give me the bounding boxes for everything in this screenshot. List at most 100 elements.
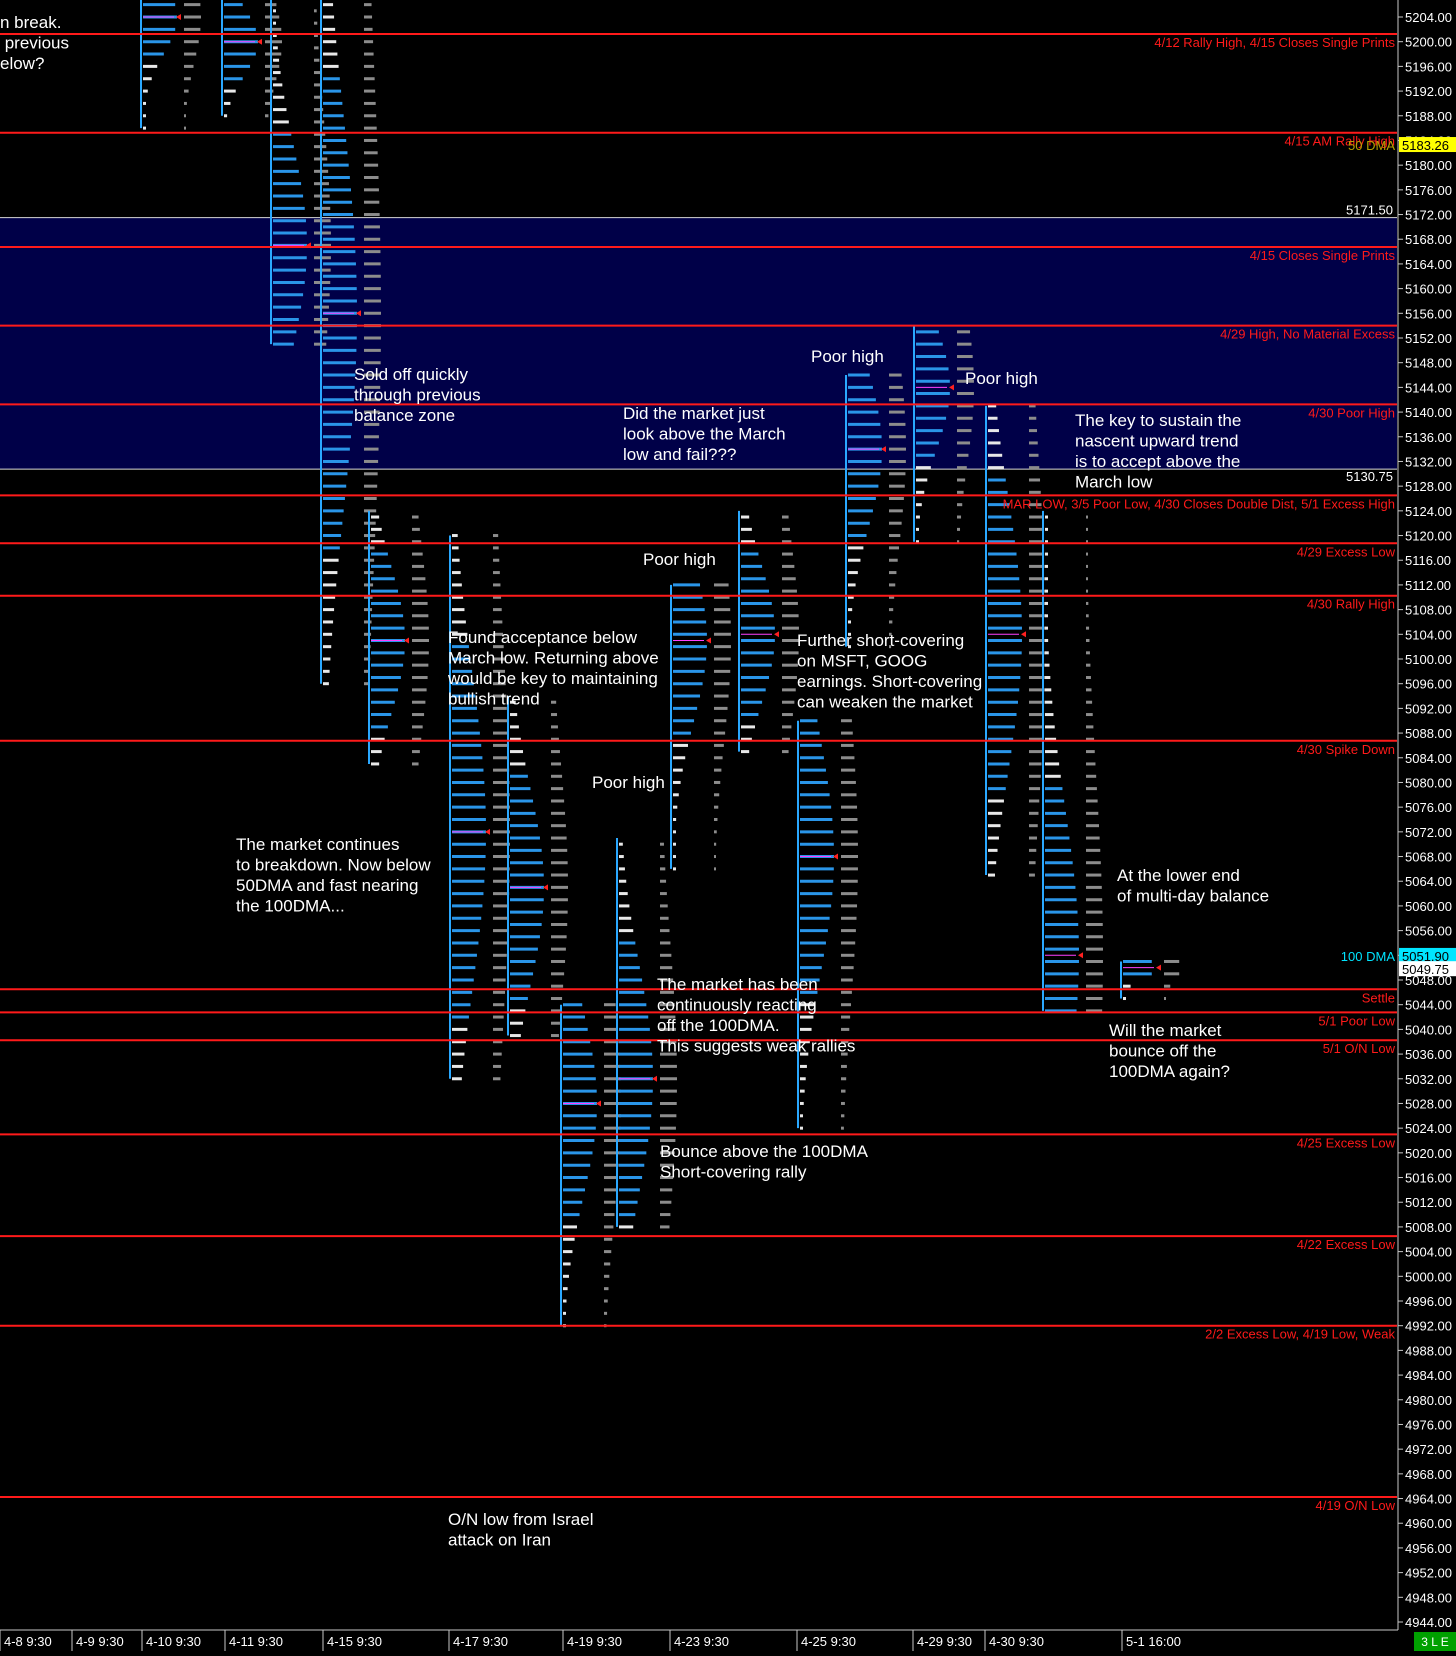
- x-tick-label: 4-9 9:30: [76, 1634, 124, 1649]
- y-tick-label: 5020.00: [1405, 1146, 1452, 1161]
- zone-top-label: 5171.50: [1346, 203, 1393, 218]
- reference-line-label: 5/1 Poor Low: [1318, 1013, 1395, 1028]
- annotation-line: balance zone: [354, 406, 455, 425]
- annotation-line: Further short-covering: [797, 631, 964, 650]
- y-tick-label: 5108.00: [1405, 603, 1452, 618]
- y-tick-label: 5076.00: [1405, 800, 1452, 815]
- annotation-line: the 100DMA...: [236, 897, 345, 916]
- y-tick-label: 5136.00: [1405, 430, 1452, 445]
- y-tick-label: 5068.00: [1405, 850, 1452, 865]
- y-tick-label: 5104.00: [1405, 627, 1452, 642]
- x-tick-label: 4-30 9:30: [989, 1634, 1044, 1649]
- x-tick-label: 4-11 9:30: [229, 1634, 283, 1649]
- y-tick-label: 4992.00: [1405, 1319, 1452, 1334]
- y-tick-label: 5132.00: [1405, 454, 1452, 469]
- y-tick-label: 5116.00: [1405, 553, 1451, 568]
- annotation-line: can weaken the market: [797, 693, 973, 712]
- annotation-line: Poor high: [643, 550, 716, 569]
- annotation-line: Did the market just: [623, 404, 765, 423]
- y-tick-label: 5176.00: [1405, 183, 1452, 198]
- y-tick-label: 5128.00: [1405, 479, 1452, 494]
- y-tick-label: 5016.00: [1405, 1171, 1452, 1186]
- annotation-line: bullish trend: [448, 690, 540, 709]
- reference-line-label: 4/25 Excess Low: [1297, 1135, 1396, 1150]
- y-tick-label: 4964.00: [1405, 1492, 1452, 1507]
- x-tick-label: 4-10 9:30: [146, 1634, 201, 1649]
- x-tick-label: 5-1 16:00: [1126, 1634, 1181, 1649]
- y-tick-label: 5012.00: [1405, 1195, 1452, 1210]
- y-tick-label: 5032.00: [1405, 1072, 1452, 1087]
- y-tick-label: 5084.00: [1405, 751, 1452, 766]
- y-tick-label: 5096.00: [1405, 677, 1452, 692]
- annotation-line: of multi-day balance: [1117, 887, 1269, 906]
- reference-line-label: 4/19 O/N Low: [1316, 1498, 1396, 1513]
- annotation-line: through previous: [354, 386, 481, 405]
- annotation-line: This suggests weak rallies: [657, 1037, 855, 1056]
- y-tick-label: 5156.00: [1405, 306, 1452, 321]
- annotation-line: March low. Returning above: [448, 649, 659, 668]
- annotation-line: nascent upward trend: [1075, 432, 1239, 451]
- y-tick-label: 4980.00: [1405, 1393, 1452, 1408]
- chart-svg: 5171.50 5130.75 4/12 Rally High, 4/15 Clo…: [0, 0, 1456, 1651]
- y-tick-label: 5056.00: [1405, 924, 1452, 939]
- y-tick-label: 5152.00: [1405, 331, 1452, 346]
- annotation-line: Sold off quickly: [354, 365, 469, 384]
- annotation-line: low and fail???: [623, 445, 736, 464]
- y-tick-label: 5188.00: [1405, 109, 1452, 124]
- y-tick-label: 4952.00: [1405, 1566, 1452, 1581]
- y-tick-label: 5196.00: [1405, 59, 1452, 74]
- y-tick-label: 4976.00: [1405, 1417, 1452, 1432]
- annotation-line: The market continues: [236, 835, 399, 854]
- y-tick-label: 5180.00: [1405, 158, 1452, 173]
- annotation-line: At the lower end: [1117, 866, 1240, 885]
- dma-label: 100 DMA: [1341, 949, 1396, 964]
- y-tick-label: 4948.00: [1405, 1590, 1452, 1605]
- y-tick-label: 5120.00: [1405, 529, 1452, 544]
- y-tick-label: 4944.00: [1405, 1615, 1452, 1630]
- y-tick-label: 5168.00: [1405, 232, 1452, 247]
- zone-bottom-label: 5130.75: [1346, 469, 1393, 484]
- y-tick-label: 5172.00: [1405, 208, 1452, 223]
- y-tick-label: 5164.00: [1405, 257, 1452, 272]
- reference-line-label: 2/2 Excess Low, 4/19 Low, Weak: [1205, 1327, 1395, 1342]
- annotation-line: Poor high: [811, 347, 884, 366]
- annotation-line: would be key to maintaining: [447, 669, 658, 688]
- annotation-line: earnings. Short-covering: [797, 672, 982, 691]
- y-tick-label: 4968.00: [1405, 1467, 1452, 1482]
- y-tick-label: 5112.00: [1405, 578, 1451, 593]
- annotation-line: Poor high: [965, 369, 1038, 388]
- y-tick-label: 5124.00: [1405, 504, 1452, 519]
- y-tick-label: 5140.00: [1405, 405, 1452, 420]
- y-tick-label: 5144.00: [1405, 380, 1452, 395]
- annotation-line: on MSFT, GOOG: [797, 652, 927, 671]
- y-tick-label: 5192.00: [1405, 84, 1452, 99]
- x-tick-label: 4-15 9:30: [327, 1634, 382, 1649]
- y-tick-label: 5060.00: [1405, 899, 1452, 914]
- reference-line-label: 5/1 O/N Low: [1323, 1041, 1396, 1056]
- price-badge-text: 5049.75: [1402, 962, 1449, 977]
- annotation-line: 100DMA again?: [1109, 1062, 1230, 1081]
- y-tick-label: 4988.00: [1405, 1343, 1452, 1358]
- y-tick-label: 5088.00: [1405, 726, 1452, 741]
- y-tick-label: 5024.00: [1405, 1121, 1452, 1136]
- annotation-line: Poor high: [592, 773, 665, 792]
- reference-line-label: 4/15 Closes Single Prints: [1250, 248, 1396, 263]
- reference-line-label: MAR LOW, 3/5 Poor Low, 4/30 Closes Doubl…: [1003, 496, 1395, 511]
- y-tick-label: 4984.00: [1405, 1368, 1452, 1383]
- annotation-line: is to accept above the: [1075, 452, 1240, 471]
- annotation: Poor high: [643, 550, 716, 569]
- status-badge-text: 3 L E: [1421, 1635, 1449, 1649]
- price-badge-text: 5183.26: [1402, 138, 1449, 153]
- annotation: Further short-covering on MSFT, GOOG earni…: [797, 631, 982, 712]
- reference-line-label: Settle: [1362, 990, 1395, 1005]
- annotation-line: off the 100DMA.: [657, 1016, 780, 1035]
- reference-line-label: 4/29 Excess Low: [1297, 544, 1396, 559]
- y-tick-label: 5148.00: [1405, 356, 1452, 371]
- annotation: Poor high: [965, 369, 1038, 388]
- annotation-line: to breakdown. Now below: [236, 856, 431, 875]
- annotation-line: look above the March: [623, 425, 786, 444]
- y-tick-label: 5064.00: [1405, 874, 1452, 889]
- reference-line-label: 4/12 Rally High, 4/15 Closes Single Prin…: [1154, 35, 1395, 50]
- reference-line-label: 4/22 Excess Low: [1297, 1237, 1396, 1252]
- y-tick-label: 4956.00: [1405, 1541, 1452, 1556]
